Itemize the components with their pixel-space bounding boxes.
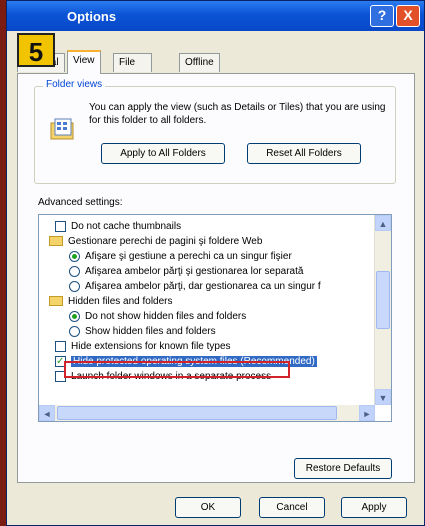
tab-view[interactable]: View xyxy=(67,50,101,74)
folder-views-legend: Folder views xyxy=(43,79,106,90)
setting-label: Afişare şi gestiune a perechi ca un sing… xyxy=(85,251,292,262)
radio-button[interactable] xyxy=(69,310,80,322)
radio-button[interactable] xyxy=(69,250,80,262)
setting-show-both-manage-separately[interactable]: Afişarea ambelor părţi şi gestionarea lo… xyxy=(69,264,303,279)
folder-icon xyxy=(49,236,63,247)
advanced-settings-list[interactable]: Do not cache thumbnails Gestionare perec… xyxy=(38,214,392,422)
folder-view-icon xyxy=(50,118,74,140)
advanced-settings-label: Advanced settings: xyxy=(38,197,123,208)
setting-label: Gestionare perechi de pagini şi foldere … xyxy=(68,236,263,247)
vertical-scrollbar[interactable]: ▲ ▼ xyxy=(374,215,391,405)
close-button[interactable]: X xyxy=(396,5,420,27)
apply-to-all-folders-button[interactable]: Apply to All Folders xyxy=(101,143,225,164)
reset-all-folders-button[interactable]: Reset All Folders xyxy=(247,143,361,164)
radio-button[interactable] xyxy=(69,325,80,337)
tab-file-types[interactable]: File Types xyxy=(113,53,152,86)
setting-label: Show hidden files and folders xyxy=(85,326,216,337)
help-button[interactable]: ? xyxy=(370,5,394,27)
setting-do-not-cache-thumbnails[interactable]: Do not cache thumbnails xyxy=(55,219,181,234)
group-web-pages-folders: Gestionare perechi de pagini şi foldere … xyxy=(49,234,262,249)
setting-label: Hidden files and folders xyxy=(68,296,173,307)
setting-do-not-show-hidden[interactable]: Do not show hidden files and folders xyxy=(69,309,246,324)
ok-button[interactable]: OK xyxy=(175,497,241,518)
horizontal-scrollbar[interactable]: ◄ ► xyxy=(39,405,375,421)
radio-button[interactable] xyxy=(69,265,80,277)
restore-defaults-button[interactable]: Restore Defaults xyxy=(294,458,392,479)
highlight-annotation-box xyxy=(64,361,290,378)
setting-show-manage-pair-single-file[interactable]: Afişare şi gestiune a perechi ca un sing… xyxy=(69,249,292,264)
horizontal-scroll-thumb[interactable] xyxy=(57,406,337,420)
setting-label: Do not show hidden files and folders xyxy=(85,311,247,322)
folder-views-group: Folder views You can apply the view (suc… xyxy=(34,79,396,184)
checkbox[interactable] xyxy=(55,340,66,352)
scroll-left-button[interactable]: ◄ xyxy=(39,405,55,421)
checkbox[interactable] xyxy=(55,220,66,232)
radio-button[interactable] xyxy=(69,280,80,292)
setting-hide-extensions[interactable]: Hide extensions for known file types xyxy=(55,339,231,354)
tab-offline-files[interactable]: Offline Files xyxy=(179,53,220,86)
cancel-button[interactable]: Cancel xyxy=(259,497,325,518)
view-tab-panel: Folder views You can apply the view (suc… xyxy=(17,73,415,483)
setting-label: Afişarea ambelor părţi şi gestionarea lo… xyxy=(85,266,304,277)
folder-options-window: Options ? X 5 General View File Types Of… xyxy=(6,0,425,526)
step-number-badge: 5 xyxy=(17,33,55,67)
vertical-scroll-thumb[interactable] xyxy=(376,271,390,329)
setting-label: Hide extensions for known file types xyxy=(71,341,231,352)
folder-icon xyxy=(49,296,63,307)
window-title: Options xyxy=(67,9,117,24)
setting-show-both-manage-single[interactable]: Afişarea ambelor părţi, dar gestionarea … xyxy=(69,279,321,294)
folder-views-description: You can apply the view (such as Details … xyxy=(89,102,386,126)
scroll-right-button[interactable]: ► xyxy=(359,405,375,421)
apply-button[interactable]: Apply xyxy=(341,497,407,518)
setting-show-hidden[interactable]: Show hidden files and folders xyxy=(69,324,216,339)
scroll-down-button[interactable]: ▼ xyxy=(375,389,391,405)
title-bar[interactable]: Options ? X xyxy=(7,1,424,31)
setting-label: Do not cache thumbnails xyxy=(71,221,182,232)
scroll-up-button[interactable]: ▲ xyxy=(375,215,391,231)
setting-label: Afişarea ambelor părţi, dar gestionarea … xyxy=(85,281,321,292)
group-hidden-files-folders: Hidden files and folders xyxy=(49,294,173,309)
